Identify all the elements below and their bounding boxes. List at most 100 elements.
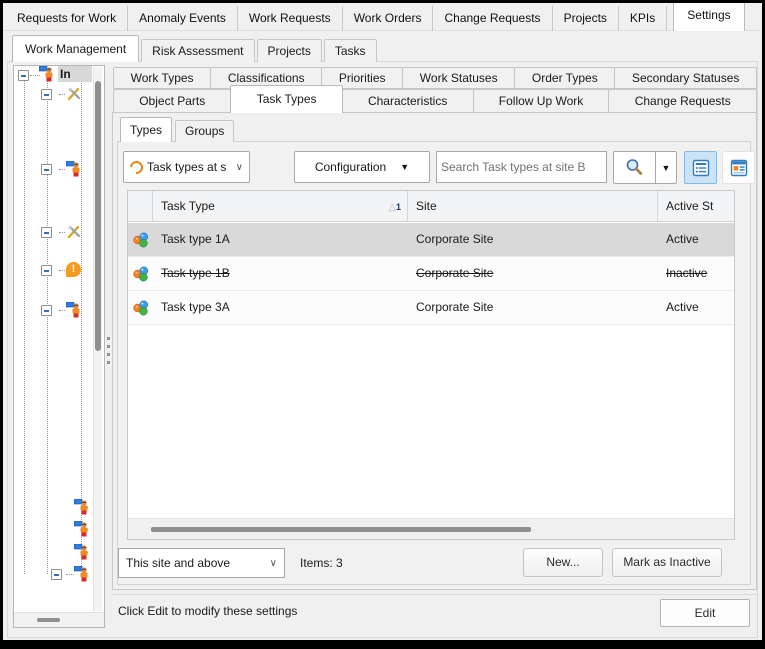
new-button[interactable]: New... [523,548,603,577]
tab-projects[interactable]: Projects [553,6,619,31]
tab-work-statuses[interactable]: Work Statuses [402,67,516,89]
search-split-button[interactable]: ▼ [613,151,677,184]
scrollbar-thumb[interactable] [151,527,531,532]
tree-vertical-scrollbar[interactable] [93,67,102,611]
settings-tabstrip: Work Management Risk Assessment Projects… [12,35,379,62]
tab-change-requests-inner[interactable]: Change Requests [608,89,758,113]
tab-work-management[interactable]: Work Management [12,35,140,62]
person-icon [66,302,82,318]
site-scope-dropdown[interactable]: This site and above ∨ [118,548,285,578]
tab-work-requests[interactable]: Work Requests [238,6,343,31]
tree-connector [59,232,65,233]
views-dropdown-value: Task types at s [147,160,227,174]
task-type-icon [128,291,153,324]
card-view-icon [730,159,747,176]
tools-icon [66,224,82,240]
items-count-label: Items: 3 [300,556,343,570]
tab-characteristics[interactable]: Characteristics [341,89,474,113]
dropdown-arrow-icon: ▼ [400,162,410,172]
scrollbar-thumb[interactable] [37,618,60,622]
cell-site: Corporate Site [416,300,494,314]
tab-change-requests[interactable]: Change Requests [433,6,553,31]
views-dropdown[interactable]: Task types at s ∨ [123,151,250,183]
search-button[interactable] [614,152,656,183]
organization-tree[interactable]: In ! [13,65,105,628]
tab-requests-for-work[interactable]: Requests for Work [5,6,129,31]
tab-risk-assessment[interactable]: Risk Assessment [141,39,255,62]
collapse-icon[interactable] [41,89,52,100]
search-options-arrow[interactable]: ▼ [656,163,676,173]
mark-as-inactive-button[interactable]: Mark as Inactive [612,548,722,577]
tab-secondary-statuses[interactable]: Secondary Statuses [614,67,758,89]
table-row[interactable]: Task type 3A Corporate Site Active [128,291,734,325]
cell-task-type: Task type 1A [161,232,230,246]
task-types-table: Task Type △1 Site Active St Task type 1A… [127,190,735,540]
list-view-button[interactable] [684,151,717,184]
table-row[interactable]: Task type 1A Corporate Site Active [128,223,734,257]
tab-anomaly-events[interactable]: Anomaly Events [128,6,238,31]
edit-button[interactable]: Edit [660,599,750,627]
tab-tasks[interactable]: Tasks [323,39,377,62]
panel-splitter[interactable] [107,337,111,369]
person-icon [74,544,90,560]
tab-task-types[interactable]: Task Types [230,85,343,113]
tab-settings[interactable]: Settings [673,0,745,31]
scrollbar-thumb[interactable] [95,81,101,351]
collapse-icon[interactable] [51,569,62,580]
tab-groups[interactable]: Groups [175,120,235,142]
tab-follow-up-work[interactable]: Follow Up Work [472,89,610,113]
types-groups-tabs: Types Groups [120,117,237,142]
person-icon [39,66,55,82]
collapse-icon[interactable] [41,265,52,276]
configuration-dropdown-button[interactable]: Configuration ▼ [294,151,430,183]
column-header-site[interactable]: Site [408,191,658,221]
tab-types[interactable]: Types [120,117,173,142]
cell-active-status: Active [666,300,699,314]
card-view-button[interactable] [722,151,755,184]
tab-order-types[interactable]: Order Types [514,67,616,89]
tab-work-orders[interactable]: Work Orders [343,6,434,31]
cell-active-status: Active [666,232,699,246]
search-icon [626,159,643,175]
person-icon [74,499,90,515]
tree-horizontal-scrollbar[interactable] [14,612,104,627]
person-icon [74,566,90,582]
tree-connector [24,78,25,574]
tree-connector [59,270,65,271]
tree-connector [59,310,65,311]
list-view-icon [692,159,709,176]
site-scope-value: This site and above [126,556,231,570]
cell-site: Corporate Site [416,232,494,246]
application-window: Requests for Work Anomaly Events Work Re… [0,0,765,649]
column-header-task-type[interactable]: Task Type △1 [153,191,408,221]
column-header-icon[interactable] [128,191,153,221]
settings-category-tabs-row2: Object Parts Task Types Characteristics … [113,85,758,113]
task-type-icon [128,223,153,256]
table-row[interactable]: Task type 1B Corporate Site Inactive [128,257,734,291]
column-label: Task Type [161,199,215,213]
table-horizontal-scrollbar[interactable] [128,518,734,539]
cell-task-type: Task type 1B [161,266,230,280]
collapse-icon[interactable] [18,70,29,81]
tab-work-types[interactable]: Work Types [113,67,212,89]
tree-connector [47,76,48,574]
tree-connector [81,76,82,568]
status-divider [112,594,757,595]
tree-root-item[interactable]: In [58,66,92,82]
tree-connector [59,94,65,95]
top-tabstrip: Requests for Work Anomaly Events Work Re… [5,0,759,31]
tab-kpis[interactable]: KPIs [619,6,668,31]
tab-settings-projects[interactable]: Projects [256,39,322,62]
tree-connector [59,169,65,170]
search-input[interactable] [436,151,607,183]
collapse-icon[interactable] [41,164,52,175]
tab-object-parts[interactable]: Object Parts [113,89,232,113]
column-header-active-status[interactable]: Active St [658,191,734,221]
collapse-icon[interactable] [41,305,52,316]
collapse-icon[interactable] [41,227,52,238]
chevron-down-icon: ∨ [269,557,277,569]
person-icon [66,161,82,177]
column-label: Active St [666,199,714,213]
sort-indicator: △1 [388,191,401,221]
table-header: Task Type △1 Site Active St [128,191,734,222]
